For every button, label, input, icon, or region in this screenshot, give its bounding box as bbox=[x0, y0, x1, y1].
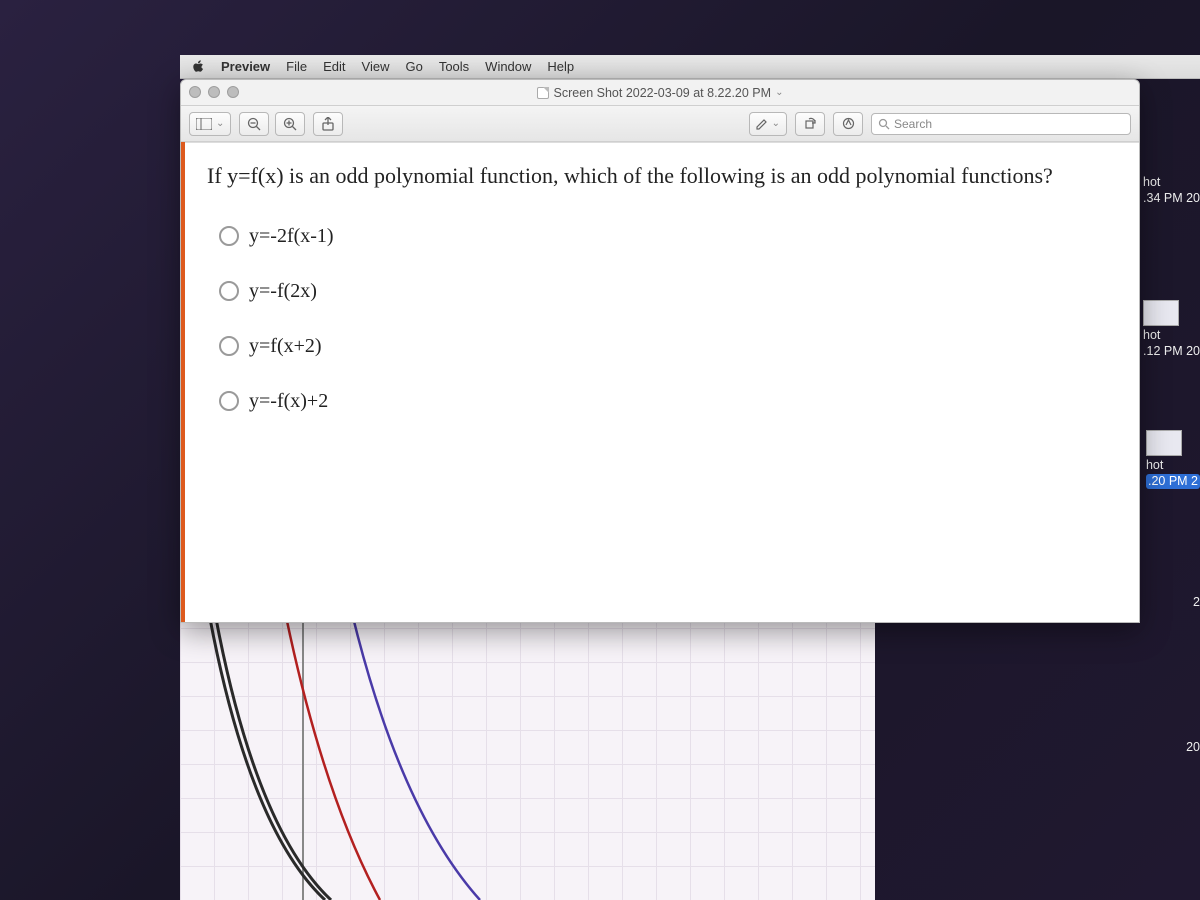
radio-icon bbox=[219, 226, 239, 246]
radio-icon bbox=[219, 336, 239, 356]
file-label: .34 PM 20 bbox=[1143, 191, 1200, 205]
share-icon bbox=[322, 117, 334, 131]
radio-icon bbox=[219, 391, 239, 411]
file-thumbnail[interactable] bbox=[1143, 300, 1179, 326]
file-label: .12 PM 20 bbox=[1143, 344, 1200, 358]
close-button[interactable] bbox=[189, 86, 201, 98]
menu-file[interactable]: File bbox=[286, 59, 307, 74]
file-thumbnail[interactable] bbox=[1146, 430, 1182, 456]
option-b[interactable]: y=-f(2x) bbox=[219, 280, 1123, 303]
chevron-down-icon[interactable]: ⌄ bbox=[775, 87, 783, 98]
question-text: If y=f(x) is an odd polynomial function,… bbox=[197, 161, 1123, 191]
desktop-file-fragment: hot .34 PM 20 bbox=[1143, 175, 1200, 206]
markup-button[interactable] bbox=[833, 112, 863, 136]
menu-app[interactable]: Preview bbox=[221, 59, 270, 74]
rotate-button[interactable] bbox=[795, 112, 825, 136]
option-label: y=f(x+2) bbox=[249, 335, 322, 358]
search-input[interactable]: Search bbox=[871, 113, 1131, 135]
content-accent-border bbox=[181, 142, 185, 622]
options-group: y=-2f(x-1) y=-f(2x) y=f(x+2) y=-f(x)+2 bbox=[197, 225, 1123, 413]
option-d[interactable]: y=-f(x)+2 bbox=[219, 390, 1123, 413]
menu-window[interactable]: Window bbox=[485, 59, 531, 74]
menu-edit[interactable]: Edit bbox=[323, 59, 345, 74]
desktop-file-fragment: hot .12 PM 20 bbox=[1143, 300, 1200, 359]
option-label: y=-f(x)+2 bbox=[249, 390, 328, 413]
menu-help[interactable]: Help bbox=[547, 59, 574, 74]
zoom-in-icon bbox=[283, 117, 297, 131]
window-title: Screen Shot 2022-03-09 at 8.22.20 PM bbox=[554, 86, 772, 100]
document-proxy-icon[interactable] bbox=[537, 87, 549, 99]
option-label: y=-2f(x-1) bbox=[249, 225, 334, 248]
rotate-icon bbox=[804, 117, 817, 130]
toolbar: ⌄ ⌄ bbox=[181, 106, 1139, 142]
menu-go[interactable]: Go bbox=[405, 59, 422, 74]
sidebar-view-button[interactable]: ⌄ bbox=[189, 112, 231, 136]
radio-icon bbox=[219, 281, 239, 301]
file-label: hot bbox=[1146, 458, 1163, 472]
desktop-file-fragment: 2 bbox=[1193, 595, 1200, 611]
option-label: y=-f(2x) bbox=[249, 280, 317, 303]
menu-tools[interactable]: Tools bbox=[439, 59, 469, 74]
option-c[interactable]: y=f(x+2) bbox=[219, 335, 1123, 358]
zoom-out-button[interactable] bbox=[239, 112, 269, 136]
file-label: 20 bbox=[1186, 740, 1200, 754]
chevron-down-icon: ⌄ bbox=[216, 118, 224, 129]
document-content: If y=f(x) is an odd polynomial function,… bbox=[181, 142, 1139, 622]
share-button[interactable] bbox=[313, 112, 343, 136]
desktop-file-fragment: 20 bbox=[1186, 740, 1200, 756]
desktop-file-fragment: hot .20 PM 2 bbox=[1146, 430, 1200, 489]
traffic-lights bbox=[189, 86, 239, 98]
option-a[interactable]: y=-2f(x-1) bbox=[219, 225, 1123, 248]
markup-icon bbox=[842, 117, 855, 130]
window-titlebar[interactable]: Screen Shot 2022-03-09 at 8.22.20 PM ⌄ bbox=[181, 80, 1139, 106]
file-label: 2 bbox=[1193, 595, 1200, 609]
menu-view[interactable]: View bbox=[362, 59, 390, 74]
pencil-icon bbox=[756, 118, 768, 130]
chevron-down-icon: ⌄ bbox=[772, 118, 780, 129]
zoom-in-button[interactable] bbox=[275, 112, 305, 136]
search-placeholder: Search bbox=[894, 117, 932, 131]
highlight-button[interactable]: ⌄ bbox=[749, 112, 787, 136]
preview-window: Screen Shot 2022-03-09 at 8.22.20 PM ⌄ ⌄ bbox=[180, 79, 1140, 623]
zoom-button[interactable] bbox=[227, 86, 239, 98]
file-label: hot bbox=[1143, 328, 1160, 342]
menubar: Preview File Edit View Go Tools Window H… bbox=[180, 55, 1200, 79]
zoom-out-icon bbox=[247, 117, 261, 131]
search-icon bbox=[878, 118, 890, 130]
sidebar-icon bbox=[196, 118, 212, 130]
file-label: hot bbox=[1143, 175, 1160, 189]
apple-menu-icon[interactable] bbox=[192, 60, 205, 74]
file-label-selected: .20 PM 2 bbox=[1146, 474, 1200, 490]
minimize-button[interactable] bbox=[208, 86, 220, 98]
